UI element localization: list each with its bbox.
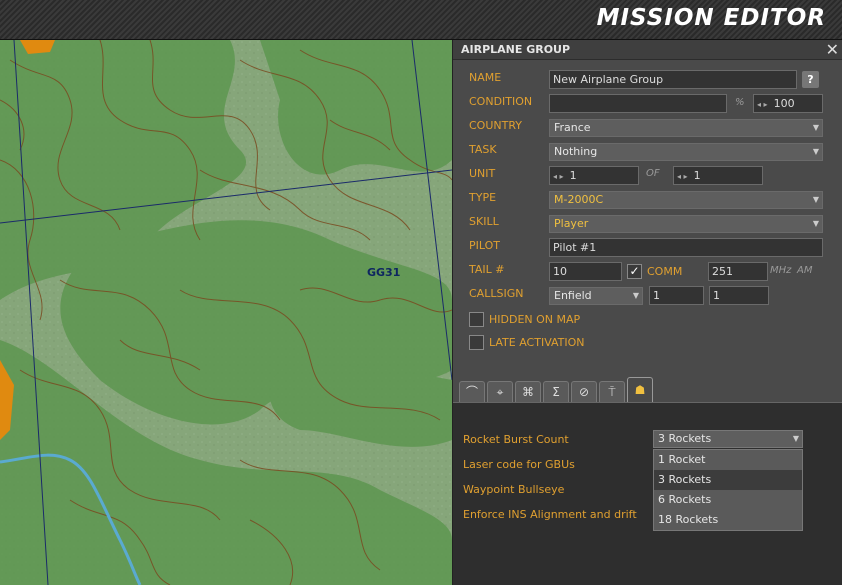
comm-label: COMM: [647, 265, 683, 278]
country-label: COUNTRY: [469, 119, 522, 132]
tab-route[interactable]: ⌒: [459, 381, 485, 403]
target-icon: ⌖: [496, 385, 504, 399]
tab-aircraft-options[interactable]: ☗: [627, 377, 653, 403]
waypoint-bullseye-label: Waypoint Bullseye: [463, 483, 565, 496]
type-select[interactable]: M-2000C ▼: [549, 191, 823, 209]
rocket-burst-dropdown: 1 Rocket 3 Rockets 6 Rockets 18 Rockets: [653, 449, 803, 531]
tab-targets[interactable]: ⌖: [487, 381, 513, 403]
spinner-arrows-icon[interactable]: ◂ ▸: [677, 172, 688, 181]
late-activation-checkbox[interactable]: [469, 335, 484, 350]
skill-value: Player: [554, 217, 589, 230]
route-icon: ⌒: [465, 385, 478, 399]
pilot-input[interactable]: Pilot #1: [549, 238, 823, 257]
type-value: M-2000C: [554, 193, 604, 206]
modulation-label: AM: [797, 265, 813, 276]
type-label: TYPE: [469, 191, 497, 204]
chevron-down-icon: ▼: [812, 219, 819, 228]
unit-index-value: 1: [569, 169, 577, 182]
task-select[interactable]: Nothing ▼: [549, 143, 823, 161]
summary-icon: Σ: [552, 385, 560, 399]
spinner-arrows-icon[interactable]: ◂ ▸: [757, 100, 768, 109]
unit-index-spinner[interactable]: ◂ ▸ 1: [549, 166, 639, 185]
skill-label: SKILL: [469, 215, 499, 228]
airplane-group-panel: AIRPLANE GROUP ✕ NAME New Airplane Group…: [452, 40, 842, 585]
chevron-down-icon: ▼: [792, 434, 799, 443]
callsign-select[interactable]: Enfield ▼: [549, 287, 643, 305]
hidden-on-map-label: HIDDEN ON MAP: [489, 313, 581, 326]
laser-code-label: Laser code for GBUs: [463, 458, 575, 471]
help-button[interactable]: ?: [802, 71, 819, 88]
tail-number-input[interactable]: 10: [549, 262, 622, 281]
percent-label: %: [735, 97, 745, 108]
country-select[interactable]: France ▼: [549, 119, 823, 137]
condition-label: CONDITION: [469, 95, 533, 108]
callsign-label: CALLSIGN: [469, 287, 524, 300]
rocket-burst-label: Rocket Burst Count: [463, 433, 569, 446]
comm-checkbox[interactable]: ✓: [627, 264, 642, 279]
task-label: TASK: [469, 143, 497, 156]
tab-summary[interactable]: Σ: [543, 381, 569, 403]
skill-select[interactable]: Player ▼: [549, 215, 823, 233]
late-activation-label: LATE ACTIVATION: [489, 336, 585, 349]
dropdown-option[interactable]: 1 Rocket: [654, 450, 802, 470]
chevron-down-icon: ▼: [812, 123, 819, 132]
map-view[interactable]: GG31: [0, 40, 452, 585]
country-value: France: [554, 121, 591, 134]
aircraft-options-pane: Rocket Burst Count Laser code for GBUs W…: [453, 402, 842, 585]
ins-alignment-label: Enforce INS Alignment and drift: [463, 508, 637, 521]
condition-percent-spinner[interactable]: ◂ ▸ 100: [753, 94, 823, 113]
title-bar: MISSION EDITOR: [0, 0, 842, 40]
rocket-burst-value: 3 Rockets: [658, 432, 712, 445]
panel-title: AIRPLANE GROUP: [461, 43, 571, 56]
callsign-number-1[interactable]: 1: [649, 286, 704, 305]
tab-failures[interactable]: ⊘: [571, 381, 597, 403]
pilot-label: PILOT: [469, 239, 500, 252]
map-terrain[interactable]: [0, 40, 452, 585]
unit-total-spinner[interactable]: ◂ ▸ 1: [673, 166, 763, 185]
command-icon: ⌘: [522, 385, 534, 399]
unit-total-value: 1: [693, 169, 701, 182]
close-icon[interactable]: ✕: [826, 40, 839, 59]
condition-input[interactable]: [549, 94, 727, 113]
grid-square-label: GG31: [367, 266, 401, 279]
chevron-down-icon: ▼: [632, 291, 639, 300]
condition-percent-value: 100: [773, 97, 795, 110]
name-label: NAME: [469, 71, 502, 84]
task-value: Nothing: [554, 145, 598, 158]
of-label: OF: [646, 168, 660, 179]
chevron-down-icon: ▼: [812, 195, 819, 204]
tab-radio[interactable]: ⍑: [599, 381, 625, 403]
tail-label: TAIL #: [469, 263, 505, 276]
spinner-arrows-icon[interactable]: ◂ ▸: [553, 172, 564, 181]
dropdown-option[interactable]: 3 Rockets: [654, 470, 802, 490]
hidden-on-map-checkbox[interactable]: [469, 312, 484, 327]
radio-icon: ⍑: [608, 385, 616, 399]
unit-label: UNIT: [469, 167, 496, 180]
comm-frequency-input[interactable]: 251: [708, 262, 768, 281]
callsign-number-2[interactable]: 1: [709, 286, 769, 305]
dropdown-option[interactable]: 6 Rockets: [654, 490, 802, 510]
rocket-burst-select[interactable]: 3 Rockets ▼: [653, 430, 803, 448]
name-input[interactable]: New Airplane Group: [549, 70, 797, 89]
tab-commands[interactable]: ⌘: [515, 381, 541, 403]
aircraft-options-icon: ☗: [634, 383, 646, 397]
app-title: MISSION EDITOR: [596, 5, 826, 31]
dropdown-option[interactable]: 18 Rockets: [654, 510, 802, 530]
failures-icon: ⊘: [578, 385, 590, 399]
frequency-unit-label: MHz: [770, 265, 792, 276]
chevron-down-icon: ▼: [812, 147, 819, 156]
panel-header: AIRPLANE GROUP ✕: [453, 40, 842, 60]
callsign-value: Enfield: [554, 289, 592, 302]
